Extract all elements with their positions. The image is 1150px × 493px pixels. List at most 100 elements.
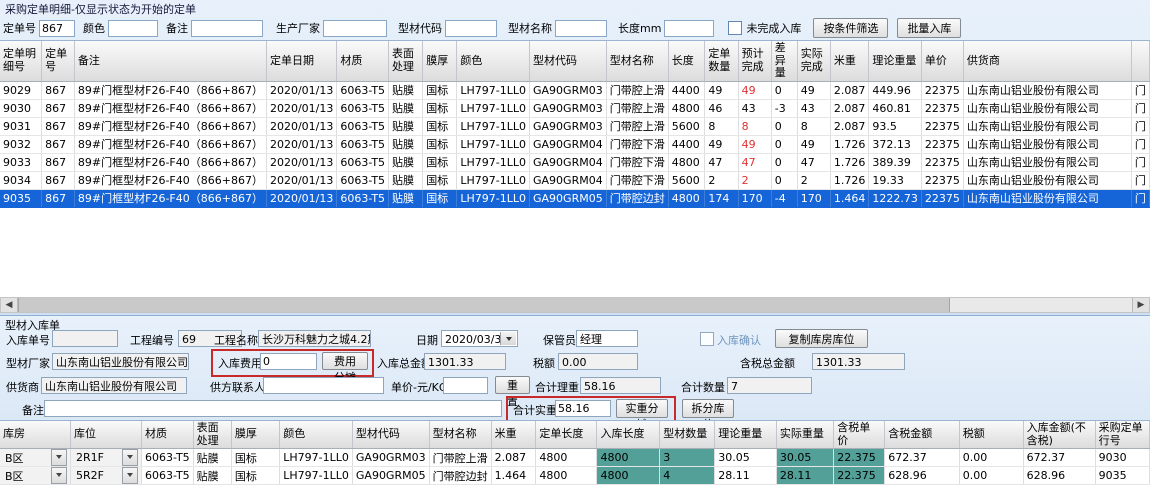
cell[interactable]: 4400 (668, 135, 705, 153)
cell[interactable]: 89#门框型材F26-F40（866+867） (74, 117, 266, 135)
cell[interactable]: 170 (797, 189, 830, 207)
order-detail-row[interactable]: 902986789#门框型材F26-F40（866+867）2020/01/13… (0, 81, 1150, 99)
clipped-cell[interactable]: 门 (1131, 99, 1149, 117)
order-no-input[interactable] (39, 20, 75, 37)
cell[interactable]: 867 (42, 135, 75, 153)
cell[interactable]: 1.726 (830, 171, 869, 189)
cell[interactable]: 2020/01/13 (266, 135, 336, 153)
cell[interactable]: 国标 (423, 189, 457, 207)
cell[interactable]: 867 (42, 81, 75, 99)
cell[interactable]: 国标 (423, 171, 457, 189)
cell[interactable]: 山东南山铝业股份有限公司 (963, 81, 1131, 99)
dropdown-arrow-icon[interactable] (51, 467, 67, 484)
cell[interactable]: 5R2F (71, 467, 142, 485)
cell[interactable]: 93.5 (869, 117, 922, 135)
unfinished-checkbox[interactable] (728, 21, 742, 35)
cell[interactable]: 1.464 (830, 189, 869, 207)
cell[interactable]: 国标 (423, 153, 457, 171)
cell[interactable]: 2020/01/13 (266, 189, 336, 207)
cell[interactable]: 867 (42, 117, 75, 135)
cell[interactable]: 0 (771, 171, 797, 189)
contact-input[interactable] (263, 377, 384, 394)
scrollbar-thumb[interactable] (18, 298, 950, 312)
inbound-confirm-checkbox[interactable] (700, 332, 714, 346)
cell[interactable]: 867 (42, 189, 75, 207)
cell[interactable]: 8 (705, 117, 738, 135)
cell[interactable]: 国标 (231, 467, 279, 485)
horizontal-scrollbar[interactable]: ◀ ▶ (0, 297, 1150, 313)
cell[interactable]: 贴膜 (389, 99, 423, 117)
cell[interactable]: 2.087 (830, 81, 869, 99)
cell[interactable]: 6063-T5 (142, 467, 194, 485)
cell[interactable]: 6063-T5 (337, 81, 389, 99)
cell[interactable]: 9035 (1095, 467, 1149, 485)
profile-name-input[interactable] (555, 20, 607, 37)
cell[interactable]: LH797-1LL0 (457, 99, 530, 117)
cell[interactable]: 4800 (668, 99, 705, 117)
cell[interactable]: 山东南山铝业股份有限公司 (963, 117, 1131, 135)
remark-input[interactable] (191, 20, 263, 37)
producer-input[interactable] (323, 20, 387, 37)
cell[interactable]: 9035 (0, 189, 42, 207)
cell[interactable]: 门带腔边封 (429, 467, 491, 485)
cell[interactable]: 22375 (921, 135, 963, 153)
cell[interactable]: 22.375 (834, 467, 885, 485)
length-input[interactable] (664, 20, 714, 37)
split-location-button[interactable]: 拆分库位 (682, 399, 734, 418)
cell[interactable]: GA90GRM03 (530, 117, 607, 135)
order-detail-row[interactable]: 903486789#门框型材F26-F40（866+867）2020/01/13… (0, 171, 1150, 189)
cell[interactable]: 门带腔上滑 (429, 449, 491, 467)
cell[interactable]: 47 (797, 153, 830, 171)
order-detail-row[interactable]: 903586789#门框型材F26-F40（866+867）2020/01/13… (0, 189, 1150, 207)
cell[interactable]: 贴膜 (193, 467, 231, 485)
reset-button[interactable]: 重置 (495, 376, 530, 394)
cell[interactable]: 2020/01/13 (266, 99, 336, 117)
date-field[interactable]: 2020/03/31 (441, 330, 518, 347)
cell[interactable]: 山东南山铝业股份有限公司 (963, 99, 1131, 117)
cell[interactable]: 89#门框型材F26-F40（866+867） (74, 189, 266, 207)
cell[interactable]: LH797-1LL0 (280, 467, 353, 485)
cell[interactable]: 30.05 (776, 449, 833, 467)
keeper-field[interactable]: 经理 (576, 330, 638, 347)
cell[interactable]: 5600 (668, 171, 705, 189)
cell[interactable]: 4 (660, 467, 715, 485)
cell[interactable]: 1222.73 (869, 189, 922, 207)
cell[interactable]: 628.96 (1023, 467, 1095, 485)
cell[interactable]: 5600 (668, 117, 705, 135)
cell[interactable]: 贴膜 (389, 153, 423, 171)
cell[interactable]: 门带腔下滑 (606, 153, 668, 171)
cell[interactable]: 门带腔上滑 (606, 117, 668, 135)
cell[interactable]: 22.375 (834, 449, 885, 467)
cell[interactable]: 国标 (423, 99, 457, 117)
cell[interactable]: 30.05 (715, 449, 777, 467)
clipped-cell[interactable]: 门 (1131, 117, 1149, 135)
cell[interactable]: GA90GRM03 (352, 449, 429, 467)
cell[interactable]: 山东南山铝业股份有限公司 (963, 171, 1131, 189)
scroll-left-icon[interactable]: ◀ (1, 298, 18, 312)
cell[interactable]: GA90GRM03 (530, 81, 607, 99)
cell[interactable]: 8 (738, 117, 771, 135)
cell[interactable]: 2 (738, 171, 771, 189)
cell[interactable]: 4400 (668, 81, 705, 99)
cell[interactable]: 672.37 (1023, 449, 1095, 467)
actual-share-button[interactable]: 实重分摊 (616, 399, 668, 418)
order-detail-row[interactable]: 903086789#门框型材F26-F40（866+867）2020/01/13… (0, 99, 1150, 117)
cell[interactable]: GA90GRM05 (530, 189, 607, 207)
cell[interactable]: 4800 (668, 189, 705, 207)
cell[interactable]: 门带腔边封 (606, 189, 668, 207)
cell[interactable]: 43 (738, 99, 771, 117)
cell[interactable]: 4800 (536, 449, 597, 467)
cell[interactable]: LH797-1LL0 (457, 81, 530, 99)
cell[interactable]: 2020/01/13 (266, 117, 336, 135)
cell[interactable]: 山东南山铝业股份有限公司 (963, 135, 1131, 153)
cell[interactable]: 贴膜 (389, 117, 423, 135)
cell[interactable]: GA90GRM04 (530, 135, 607, 153)
cell[interactable]: GA90GRM04 (530, 171, 607, 189)
cell[interactable]: 8 (797, 117, 830, 135)
cell[interactable]: 89#门框型材F26-F40（866+867） (74, 135, 266, 153)
cell[interactable]: 国标 (423, 117, 457, 135)
color-input[interactable] (108, 20, 158, 37)
copy-location-button[interactable]: 复制库房库位 (775, 329, 868, 348)
cell[interactable]: 贴膜 (389, 135, 423, 153)
cell[interactable]: 867 (42, 99, 75, 117)
